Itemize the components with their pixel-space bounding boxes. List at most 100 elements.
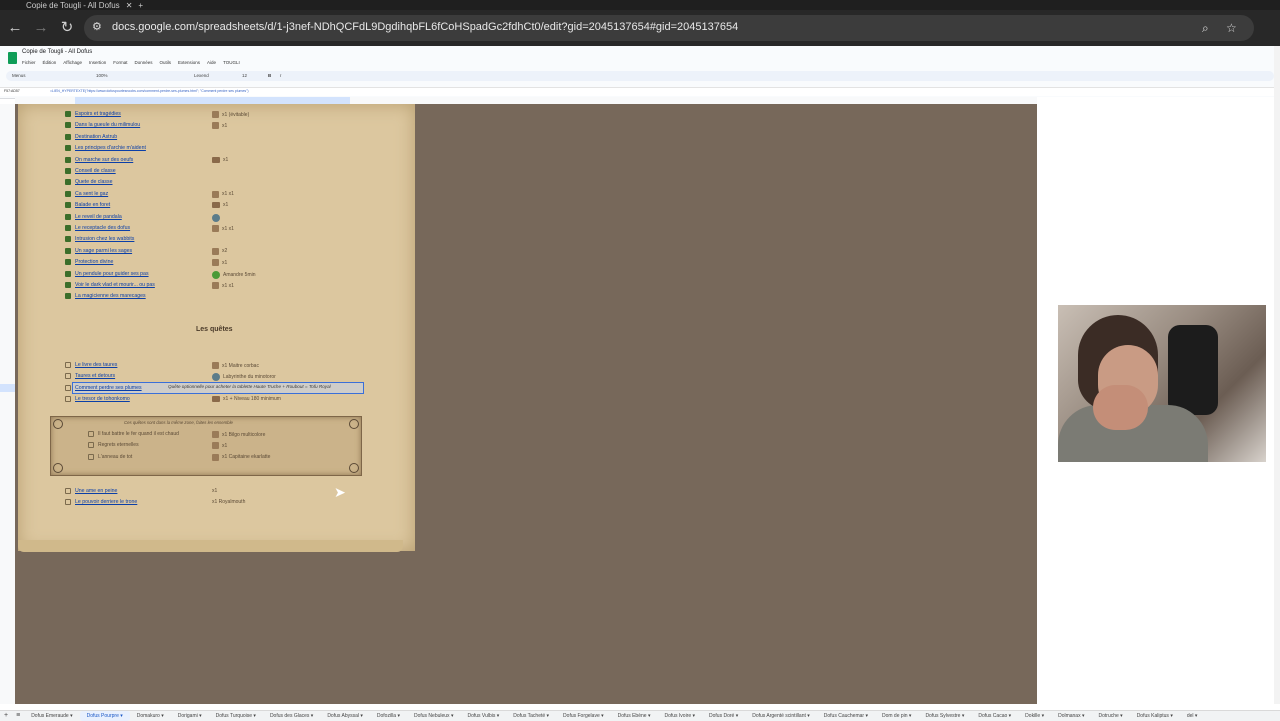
quest-row[interactable]: Comment perdre ses plumes	[65, 383, 142, 393]
font-size-input[interactable]: 12	[242, 73, 247, 78]
menu-item[interactable]: TOUGLI	[223, 60, 240, 65]
quest-checkbox[interactable]	[88, 442, 94, 449]
quest-link[interactable]: Espoirs et tragédies	[75, 111, 121, 117]
quest-checkbox[interactable]	[65, 179, 71, 186]
quest-checkbox[interactable]	[88, 453, 94, 460]
back-icon[interactable]: ←	[6, 19, 24, 37]
quest-link[interactable]: Un pendule pour guider ses pas	[75, 271, 149, 277]
quest-checkbox[interactable]	[65, 396, 71, 403]
menu-item[interactable]: Fichier	[22, 60, 36, 65]
quest-link[interactable]: La magicienne des marecages	[75, 293, 146, 299]
quest-checkbox[interactable]	[65, 259, 71, 266]
font-select[interactable]: Lexend	[194, 73, 209, 78]
site-info-icon[interactable]: ⚙	[92, 20, 102, 33]
menu-item[interactable]: Données	[135, 60, 153, 65]
quest-checkbox[interactable]	[65, 202, 71, 209]
menu-item[interactable]: Extensions	[178, 60, 200, 65]
quest-checkbox[interactable]	[65, 282, 71, 288]
bold-icon[interactable]: B	[268, 73, 271, 78]
quest-link[interactable]: Balade en foret	[75, 202, 110, 208]
zoom-select[interactable]: 100%	[96, 73, 108, 78]
quest-link[interactable]: Protection divine	[75, 259, 113, 265]
quest-row[interactable]: Conseil de classe	[65, 166, 116, 176]
quest-row[interactable]: Le reveil de pandala	[65, 212, 122, 222]
quest-link[interactable]: Voir le dark vlad et mourir... ou pas	[75, 282, 155, 288]
quest-checkbox[interactable]	[65, 362, 71, 368]
grouped-quest-row[interactable]: Il faut battre le fer quand il est chaud	[88, 429, 179, 439]
row-headers[interactable]	[0, 104, 16, 704]
quest-row[interactable]: La magicienne des marecages	[65, 291, 146, 301]
quest-link[interactable]: Destination Astrub	[75, 134, 117, 140]
quest-link[interactable]: Les principes d'archie m'aident	[75, 145, 146, 151]
reload-icon[interactable]: ↻	[58, 19, 76, 37]
address-bar[interactable]: ⚙ docs.google.com/spreadsheets/d/1-j3nef…	[84, 15, 1254, 41]
quest-checkbox[interactable]	[65, 213, 71, 220]
close-icon[interactable]: ✕	[126, 1, 133, 10]
quest-link[interactable]: On marche sur des oeufs	[75, 157, 133, 163]
quest-link[interactable]: Le tresor de tohonkomo	[75, 396, 130, 402]
menu-item[interactable]: Insertion	[89, 60, 106, 65]
quest-row[interactable]: Le pouvoir derriere le trone	[65, 497, 137, 507]
quest-checkbox[interactable]	[65, 133, 71, 140]
quest-checkbox[interactable]	[65, 122, 71, 129]
italic-icon[interactable]: I	[280, 73, 281, 78]
quest-checkbox[interactable]	[65, 293, 71, 300]
quest-checkbox[interactable]	[65, 168, 71, 174]
quest-checkbox[interactable]	[65, 111, 71, 117]
quest-checkbox[interactable]	[65, 247, 71, 254]
formula-input[interactable]: =LIEN_HYPERTEXTE("https://www.dofuspourl…	[50, 89, 249, 93]
quest-row[interactable]: Un pendule pour guider ses pas	[65, 269, 149, 279]
sheets-logo-icon[interactable]	[8, 52, 17, 64]
quest-checkbox[interactable]	[65, 373, 71, 380]
tab-title[interactable]: Copie de Tougli - All Dofus	[26, 1, 120, 10]
quest-row[interactable]: Le receptacle des dofus	[65, 223, 130, 233]
quest-checkbox[interactable]	[65, 145, 71, 152]
quest-row[interactable]: Espoirs et tragédies	[65, 109, 121, 119]
quest-checkbox[interactable]	[65, 488, 71, 494]
menu-item[interactable]: Format	[113, 60, 127, 65]
quest-row[interactable]: Protection divine	[65, 257, 113, 267]
quest-row[interactable]: Destination Astrub	[65, 132, 117, 142]
grouped-quest-row[interactable]: L'anneau de tot	[88, 452, 132, 462]
quest-checkbox[interactable]	[65, 190, 71, 197]
menu-item[interactable]: Aide	[207, 60, 216, 65]
quest-row[interactable]: On marche sur des oeufs	[65, 155, 133, 165]
quest-row[interactable]: Ca sent le gaz	[65, 189, 108, 199]
quest-row[interactable]: Quete de classe	[65, 177, 113, 187]
bookmark-star-icon[interactable]: ☆	[1226, 21, 1237, 35]
quest-link[interactable]: Le reveil de pandala	[75, 214, 122, 220]
quest-link[interactable]: Ca sent le gaz	[75, 191, 108, 197]
grouped-quest-row[interactable]: Regrets eternelles	[88, 440, 139, 450]
quest-row[interactable]: Dans la gueule du milimulou	[65, 120, 140, 130]
quest-row[interactable]: Les principes d'archie m'aident	[65, 143, 146, 153]
quest-row[interactable]: Le livre des taures	[65, 360, 117, 370]
quest-link[interactable]: Conseil de classe	[75, 168, 116, 174]
quest-row[interactable]: Intrusion chez les wabbits	[65, 234, 134, 244]
quest-row[interactable]: Un sage parmi les sages	[65, 246, 132, 256]
quest-checkbox[interactable]	[65, 499, 71, 506]
menu-item[interactable]: Outils	[160, 60, 172, 65]
quest-link[interactable]: Taures et detours	[75, 373, 115, 379]
quest-link[interactable]: Le livre des taures	[75, 362, 117, 368]
quest-row[interactable]: Taures et detours	[65, 371, 115, 381]
quest-link[interactable]: Dans la gueule du milimulou	[75, 122, 140, 128]
quest-checkbox[interactable]	[65, 225, 71, 231]
quest-link[interactable]: Un sage parmi les sages	[75, 248, 132, 254]
quest-row[interactable]: Balade en foret	[65, 200, 110, 210]
url-text[interactable]: docs.google.com/spreadsheets/d/1-j3nef-N…	[112, 21, 738, 33]
quest-link[interactable]: Intrusion chez les wabbits	[75, 236, 134, 242]
quest-checkbox[interactable]	[65, 156, 71, 163]
quest-checkbox[interactable]	[65, 270, 71, 277]
quest-link[interactable]: Quete de classe	[75, 179, 113, 185]
quest-row[interactable]: Une ame en peine	[65, 486, 117, 496]
forward-icon[interactable]: →	[32, 19, 50, 37]
name-box[interactable]: F57:AD57	[4, 89, 20, 93]
zoom-icon[interactable]: ⌕	[1202, 21, 1209, 36]
new-tab-icon[interactable]: +	[138, 1, 143, 10]
search-menus[interactable]: Menus	[12, 73, 26, 78]
menu-item[interactable]: Affichage	[63, 60, 82, 65]
quest-row[interactable]: Le tresor de tohonkomo	[65, 394, 130, 404]
menu-item[interactable]: Édition	[43, 60, 57, 65]
quest-checkbox[interactable]	[65, 384, 71, 391]
quest-link[interactable]: Comment perdre ses plumes	[75, 385, 142, 391]
